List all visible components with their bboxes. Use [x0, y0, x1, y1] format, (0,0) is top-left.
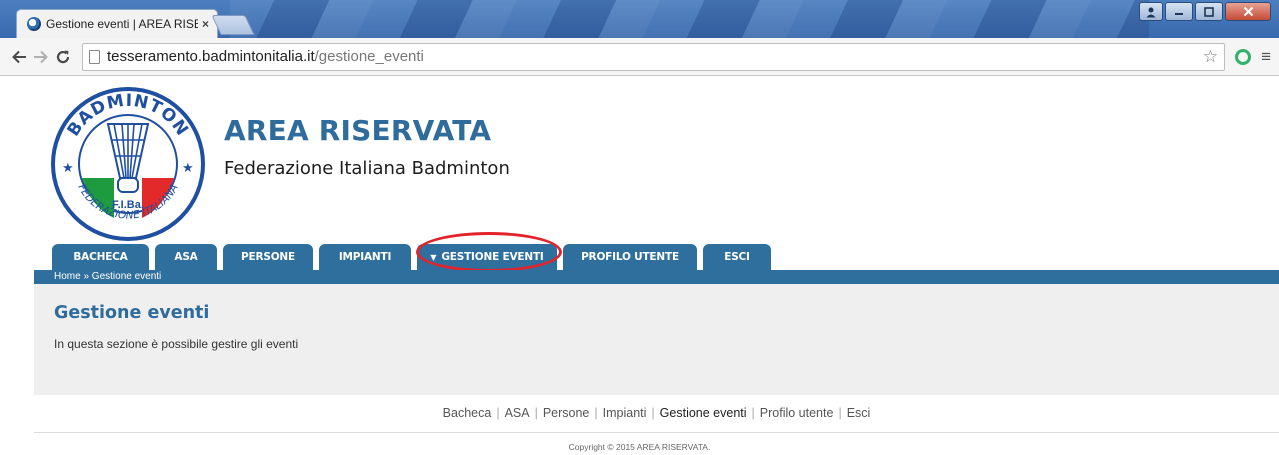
breadcrumb[interactable]: Home » Gestione eventi — [34, 270, 1279, 284]
site-header: F.I.Ba. BADMINTON FEDERAZIONE ITALIANA ★… — [34, 76, 1279, 272]
footer-divider — [34, 432, 1279, 433]
tab-bacheca[interactable]: BACHECA — [52, 244, 149, 270]
browser-titlebar: Gestione eventi | AREA RISERVATA × — [0, 0, 1279, 38]
footer-link-profilo-utente[interactable]: Profilo utente — [760, 406, 834, 420]
address-bar[interactable]: tesseramento.badmintonitalia.it/gestione… — [82, 42, 1226, 71]
caret-down-icon: ▼ — [430, 252, 437, 262]
site-subtitle: Federazione Italiana Badminton — [224, 158, 510, 179]
tab-label: GESTIONE EVENTI — [441, 251, 544, 263]
footer-link-persone[interactable]: Persone — [543, 406, 590, 420]
separator: | — [496, 406, 500, 420]
tab-label: ESCI — [724, 251, 750, 263]
url-host: tesseramento.badmintonitalia.it — [107, 48, 315, 65]
page-icon — [89, 49, 100, 64]
svg-text:★: ★ — [62, 160, 74, 175]
back-button[interactable] — [8, 46, 30, 68]
tab-label: ASA — [174, 251, 198, 263]
copyright: Copyright © 2015 AREA RISERVATA. — [568, 442, 711, 452]
separator: | — [534, 406, 538, 420]
extension-icon[interactable] — [1235, 48, 1252, 65]
separator: | — [651, 406, 655, 420]
window-controls — [1139, 2, 1271, 21]
tab-label: PROFILO UTENTE — [581, 251, 679, 263]
tab-esci[interactable]: ESCI — [703, 244, 771, 270]
user-profile-icon[interactable] — [1139, 2, 1163, 21]
reload-button[interactable] — [52, 46, 74, 68]
separator: | — [838, 406, 842, 420]
tab-asa[interactable]: ASA — [155, 244, 217, 270]
url-text: tesseramento.badmintonitalia.it/gestione… — [107, 48, 424, 65]
page-description: In questa sezione è possibile gestire gl… — [54, 337, 299, 351]
tab-impianti[interactable]: IMPIANTI — [319, 244, 411, 270]
arrow-left-icon — [12, 50, 26, 63]
tab-title: Gestione eventi | AREA RISERVATA — [46, 17, 198, 31]
page-title: Gestione eventi — [54, 303, 210, 323]
fiba-logo[interactable]: F.I.Ba. BADMINTON FEDERAZIONE ITALIANA ★… — [50, 86, 206, 242]
footer-nav: Bacheca | ASA | Persone | Impianti | Gestione ev… — [34, 406, 1279, 420]
arrow-right-icon — [34, 50, 48, 63]
tab-label: PERSONE — [240, 251, 295, 263]
page: F.I.Ba. BADMINTON FEDERAZIONE ITALIANA ★… — [0, 76, 1279, 455]
minimize-icon[interactable] — [1165, 2, 1193, 21]
footer-link-gestione-eventi[interactable]: Gestione eventi — [660, 406, 747, 420]
footer-link-esci[interactable]: Esci — [847, 406, 871, 420]
main-content: Gestione eventi In questa sezione è poss… — [34, 284, 1279, 395]
separator: | — [594, 406, 598, 420]
footer-link-bacheca[interactable]: Bacheca — [443, 406, 492, 420]
site-container: F.I.Ba. BADMINTON FEDERAZIONE ITALIANA ★… — [34, 76, 1279, 455]
tab-label: IMPIANTI — [338, 251, 392, 263]
footer-link-asa[interactable]: ASA — [505, 406, 530, 420]
browser-toolbar: tesseramento.badmintonitalia.it/gestione… — [0, 38, 1279, 76]
site-title: AREA RISERVATA — [224, 114, 492, 147]
maximize-icon[interactable] — [1195, 2, 1223, 21]
browser-tab[interactable]: Gestione eventi | AREA RISERVATA × — [16, 9, 218, 38]
tab-profilo-utente[interactable]: PROFILO UTENTE — [563, 244, 697, 270]
titlebar-background — [230, 0, 1149, 38]
favicon-icon — [27, 17, 41, 31]
close-window-icon[interactable] — [1225, 2, 1271, 21]
reload-icon — [56, 50, 70, 63]
tab-close-icon[interactable]: × — [202, 17, 209, 31]
footer-link-impianti[interactable]: Impianti — [603, 406, 647, 420]
svg-text:★: ★ — [182, 160, 194, 175]
main-nav: BACHECA ASA PERSONE IMPIANTI ▼ GESTIONE E… — [52, 244, 771, 270]
tab-label: BACHECA — [73, 251, 128, 263]
tab-gestione-eventi[interactable]: ▼ GESTIONE EVENTI — [417, 244, 557, 270]
star-icon[interactable]: ☆ — [1203, 47, 1218, 67]
hamburger-menu-icon[interactable]: ≡ — [1261, 47, 1271, 67]
forward-button[interactable] — [30, 46, 52, 68]
separator: | — [751, 406, 755, 420]
tab-persone[interactable]: PERSONE — [223, 244, 313, 270]
url-path: /gestione_eventi — [314, 48, 424, 65]
